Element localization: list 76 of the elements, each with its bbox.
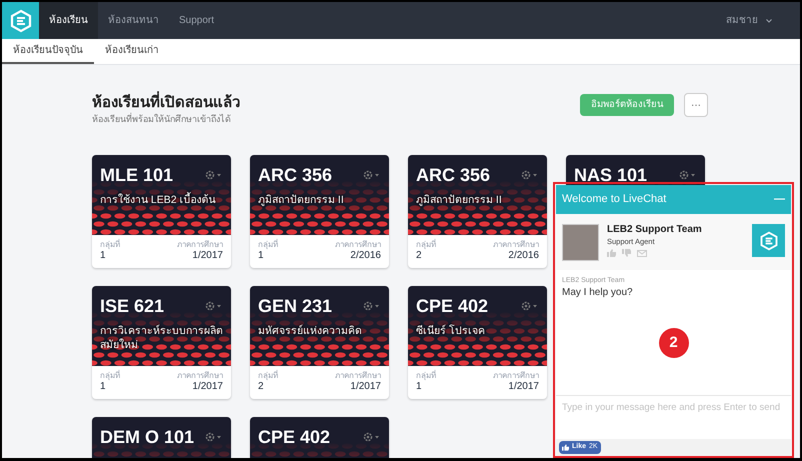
group-label: กลุ่มที่ [416,371,436,381]
course-code: ARC 356 [416,164,490,187]
nav-tab[interactable]: Support [169,2,224,39]
thumbs-up-icon [562,444,569,450]
gear-dropdown-icon[interactable] [205,170,223,180]
course-name: มหัศจรรย์แห่งความคิด [258,324,363,338]
course-card[interactable]: DEM O 101 [92,417,231,458]
chevron-down-icon [766,18,772,22]
gear-dropdown-icon[interactable] [679,170,697,180]
group-value: 1 [100,250,107,262]
thumbs-up-icon[interactable] [607,249,616,257]
logo-icon [758,230,778,250]
term-value: 2/2016 [350,250,381,262]
group-value: 1 [258,250,265,262]
group-label: กลุ่มที่ [416,240,436,250]
term-value: 1/2017 [350,381,381,393]
thumbs-down-icon[interactable] [622,249,631,257]
course-name: ซีเนียร์ โปรเจค [416,324,486,338]
group-label: กลุ่มที่ [100,371,120,381]
course-card[interactable]: CPE 402 ซีเนียร์ โปรเจค กลุ่มที่ 1 ภาคการศึกษา 1/2017 [408,286,547,399]
more-button[interactable]: ··· [684,93,708,117]
term-value: 1/2017 [192,250,223,262]
course-card[interactable]: ARC 356 ภูมิสถาปัตยกรรม II กลุ่มที่ 2 ภาคการศึกษา 2/2016 [408,155,547,268]
group-value: 2 [258,381,265,393]
course-code: CPE 402 [258,426,330,449]
gear-dropdown-icon[interactable] [205,301,223,311]
course-name: การใช้งาน LEB2 เบื้องต้น [100,193,217,207]
agent-name: LEB2 Support Team [607,224,703,236]
group-label: กลุ่มที่ [258,371,278,381]
course-card[interactable]: MLE 101 การใช้งาน LEB2 เบื้องต้น กลุ่มที่ 1 ภาคการศึกษา 1/2017 [92,155,231,268]
user-menu[interactable]: สมชาย [726,13,772,28]
nav-tab[interactable]: ห้องเรียน [39,2,98,39]
course-card[interactable]: GEN 231 มหัศจรรย์แห่งความคิด กลุ่มที่ 2 ภาคการศึกษา 1/2017 [250,286,389,399]
term-label: ภาคการศึกษา [493,240,539,250]
group-value: 2 [416,250,423,262]
course-code: MLE 101 [100,164,174,187]
course-name: ภูมิสถาปัตยกรรม II [416,193,503,207]
course-code: ISE 621 [100,295,164,318]
gear-dropdown-icon[interactable] [521,301,539,311]
term-value: 2/2016 [508,250,539,262]
gear-dropdown-icon[interactable] [521,170,539,180]
course-card[interactable]: CPE 402 [250,417,389,458]
gear-dropdown-icon[interactable] [363,301,381,311]
term-value: 1/2017 [192,381,223,393]
annotation-badge: 2 [658,328,688,358]
sub-tab[interactable]: ห้องเรียนปัจจุบัน [2,39,94,64]
section-title: ห้องเรียนที่เปิดสอนแล้ว [92,93,240,113]
nav-tab[interactable]: ห้องสนทนา [98,2,169,39]
term-label: ภาคการศึกษา [177,371,223,381]
term-label: ภาคการศึกษา [177,240,223,250]
term-label: ภาคการศึกษา [335,371,381,381]
gear-dropdown-icon[interactable] [205,432,223,442]
gear-dropdown-icon[interactable] [363,170,381,180]
course-card[interactable]: ARC 356 ภูมิสถาปัตยกรรม II กลุ่มที่ 1 ภาคการศึกษา 2/2016 [250,155,389,268]
chat-message: May I help you? [562,287,634,299]
term-value: 1/2017 [508,381,539,393]
term-label: ภาคการศึกษา [335,240,381,250]
course-name: ภูมิสถาปัตยกรรม II [258,193,345,207]
term-label: ภาคการศึกษา [493,371,539,381]
group-value: 1 [100,381,107,393]
message-input[interactable]: Type in your message here and press Enter to send [556,395,791,439]
course-code: CPE 402 [416,295,488,318]
logo-tile[interactable] [2,2,39,39]
course-code: DEM O 101 [100,426,194,449]
group-value: 1 [416,381,423,393]
photo-placeholder [562,224,599,261]
gear-dropdown-icon[interactable] [363,432,381,442]
course-code: ARC 356 [258,164,332,187]
group-label: กลุ่มที่ [100,240,120,250]
section-subtitle: ห้องเรียนที่พร้อมให้นักศึกษาเข้าถึงได้ [92,113,232,125]
group-label: กลุ่มที่ [258,240,278,250]
course-code: GEN 231 [258,295,332,318]
chat-title: Welcome to LiveChat [562,192,666,208]
logo-icon [8,8,32,32]
sub-tab[interactable]: ห้องเรียนเก่า [94,39,170,64]
course-code: NAS 101 [574,164,648,187]
